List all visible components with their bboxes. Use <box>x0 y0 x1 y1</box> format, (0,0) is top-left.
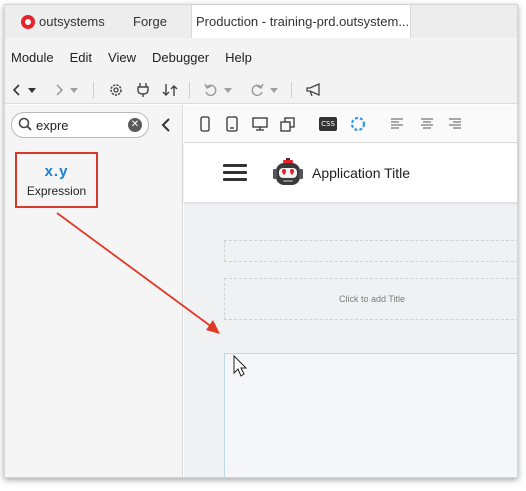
phone-preview-icon[interactable] <box>200 116 210 132</box>
breadcrumbs-placeholder[interactable] <box>224 240 517 262</box>
tab-outsystems[interactable]: outsystems <box>11 5 123 38</box>
tablet-preview-icon[interactable] <box>226 116 238 132</box>
widget-search[interactable]: ✕ <box>11 112 149 138</box>
search-input[interactable] <box>36 115 126 135</box>
forward-dropdown-icon[interactable] <box>69 80 79 100</box>
align-center-icon[interactable] <box>420 116 434 132</box>
hamburger-menu-icon[interactable] <box>223 164 247 182</box>
menu-debugger[interactable]: Debugger <box>152 50 209 65</box>
tab-label: Production - training-prd.outsystem... <box>196 14 410 29</box>
clear-search-icon[interactable]: ✕ <box>128 118 142 132</box>
screen-canvas[interactable]: Application Title Click to add Title <box>184 144 517 477</box>
tab-bar: outsystems Forge Production - training-p… <box>5 5 517 38</box>
main-toolbar <box>5 76 517 104</box>
back-dropdown-icon[interactable] <box>27 80 37 100</box>
gear-icon[interactable] <box>107 80 125 100</box>
search-icon <box>18 117 32 131</box>
expression-widget[interactable]: x.y Expression <box>15 152 98 208</box>
align-right-icon[interactable] <box>448 116 462 132</box>
megaphone-icon[interactable] <box>305 80 323 100</box>
menu-module[interactable]: Module <box>11 50 54 65</box>
canvas-toolbar: CSS <box>184 105 517 143</box>
widget-panel: ✕ x.y Expression <box>5 105 183 477</box>
menu-view[interactable]: View <box>108 50 136 65</box>
main-content-drop-zone[interactable] <box>224 353 517 477</box>
layout-preview-icon[interactable] <box>280 116 296 132</box>
collapse-panel-icon[interactable] <box>159 117 173 133</box>
outsystems-logo-icon <box>21 14 35 29</box>
menu-help[interactable]: Help <box>225 50 252 65</box>
undo-dropdown-icon[interactable] <box>223 80 233 100</box>
merge-icon[interactable] <box>161 80 179 100</box>
expression-icon: x.y <box>44 162 69 180</box>
chevron-left-icon[interactable] <box>11 80 23 100</box>
chevron-right-icon[interactable] <box>53 80 65 100</box>
desktop-preview-icon[interactable] <box>252 116 268 132</box>
menu-bar: Module Edit View Debugger Help <box>5 38 517 76</box>
tab-label: Forge <box>133 14 167 29</box>
toolbar-divider <box>93 82 94 98</box>
tab-production[interactable]: Production - training-prd.outsystem... <box>191 5 411 38</box>
menu-edit[interactable]: Edit <box>70 50 92 65</box>
title-hint: Click to add Title <box>338 294 406 304</box>
robot-logo-icon <box>273 158 303 185</box>
application-title[interactable]: Application Title <box>312 165 410 181</box>
toolbar-divider <box>291 82 292 98</box>
toolbar-divider <box>189 82 190 98</box>
align-left-icon[interactable] <box>390 116 404 132</box>
redo-icon[interactable] <box>249 80 265 100</box>
redo-dropdown-icon[interactable] <box>269 80 279 100</box>
tab-label: outsystems <box>39 14 105 29</box>
tab-forge[interactable]: Forge <box>123 5 191 38</box>
app-header: Application Title <box>184 144 517 202</box>
service-studio-window: outsystems Forge Production - training-p… <box>4 4 518 478</box>
title-placeholder[interactable]: Click to add Title <box>224 278 517 320</box>
plug-icon[interactable] <box>135 80 151 100</box>
undo-icon[interactable] <box>203 80 219 100</box>
expression-label: Expression <box>26 183 87 198</box>
css-editor-icon[interactable]: CSS <box>319 117 337 131</box>
theme-icon[interactable] <box>350 116 366 132</box>
